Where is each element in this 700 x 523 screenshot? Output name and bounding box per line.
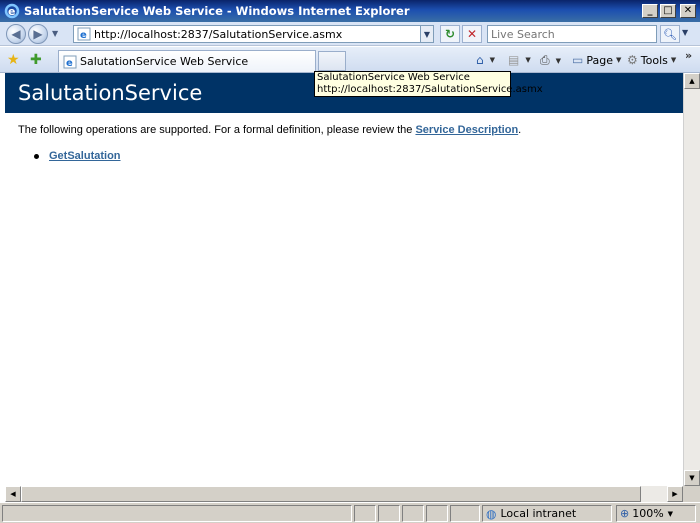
tooltip-title: SalutationService Web Service (317, 72, 470, 83)
navigation-bar: ◀ ▶ ▼ e http://localhost:2837/Salutation… (0, 22, 700, 46)
page-menu-icon: ▭ (572, 53, 584, 67)
status-pane-1 (354, 505, 376, 522)
vertical-scrollbar[interactable]: ▲ ▼ (683, 73, 700, 486)
intro-suffix: . (518, 124, 522, 136)
recent-pages-dropdown[interactable]: ▼ (52, 29, 62, 38)
title-bar: e SalutationService Web Service - Window… (0, 0, 700, 22)
status-pane-5 (450, 505, 480, 522)
service-description-link[interactable]: Service Description (415, 124, 518, 136)
scroll-left-arrow-icon: ◀ (10, 490, 16, 498)
home-icon: ⌂ (476, 53, 484, 67)
page-icon: e (77, 27, 91, 41)
horizontal-scrollbar[interactable]: ◀ ▶ (5, 486, 683, 502)
refresh-button[interactable]: ↻ (440, 25, 460, 43)
zoom-level: 100% (632, 507, 664, 520)
minimize-button[interactable]: _ (642, 4, 658, 18)
page-menu-label: Page (586, 53, 613, 67)
zoom-magnifier-icon: ⊕ (620, 507, 630, 520)
scroll-down-button[interactable]: ▼ (684, 470, 700, 486)
bullet-icon (34, 153, 39, 159)
tab-bar: ★ ✚ e SalutationService Web Service ⌂ ▼ … (0, 47, 700, 73)
stop-button[interactable]: ✕ (462, 25, 482, 43)
operations-list: GetSalutation (34, 150, 121, 162)
scroll-left-button[interactable]: ◀ (5, 486, 21, 502)
address-bar[interactable]: e http://localhost:2837/SalutationServic… (73, 25, 434, 43)
scroll-up-arrow-icon: ▲ (689, 77, 695, 85)
tools-menu-label: Tools (640, 53, 668, 67)
tab-salutation-service[interactable]: e SalutationService Web Service (58, 50, 316, 72)
printer-icon: ⎙ (540, 53, 550, 67)
print-button[interactable]: ⎙ ▼ (540, 53, 561, 68)
close-button[interactable]: ✕ (680, 4, 696, 18)
more-commands-chevron-icon[interactable]: » (685, 49, 692, 62)
page-menu-button[interactable]: ▭ Page ▼ (572, 53, 621, 67)
rss-icon: ▤ (508, 53, 520, 67)
zone-label: Local intranet (500, 507, 577, 520)
security-zone[interactable]: ◍ Local intranet (482, 505, 612, 522)
scroll-right-button[interactable]: ▶ (667, 486, 683, 502)
status-pane-3 (402, 505, 424, 522)
globe-icon: ◍ (486, 506, 497, 521)
tools-dropdown-icon: ▼ (670, 56, 677, 64)
tab-label: SalutationService Web Service (80, 55, 249, 68)
horizontal-scroll-thumb[interactable] (21, 486, 641, 502)
svg-text:e: e (8, 5, 15, 18)
page-content: SalutationService The following operatio… (0, 73, 683, 486)
svg-text:e: e (80, 30, 87, 41)
page-title: SalutationService (18, 81, 203, 105)
refresh-icon: ↻ (444, 27, 456, 41)
scrollbar-corner (683, 486, 700, 502)
status-pane-2 (378, 505, 400, 522)
search-options-dropdown-icon[interactable]: ▼ (682, 28, 688, 37)
intro-text: The following operations are supported. … (18, 124, 678, 136)
home-button[interactable]: ⌂ ▼ (476, 53, 495, 67)
search-box[interactable] (487, 25, 657, 43)
tools-menu-button[interactable]: ⚙ Tools ▼ (627, 53, 676, 67)
home-dropdown-icon[interactable]: ▼ (490, 56, 495, 64)
gear-icon: ⚙ (627, 53, 638, 67)
scroll-down-arrow-icon: ▼ (689, 474, 695, 482)
search-icon: 🔍︎ (663, 27, 677, 41)
add-favorites-icon[interactable]: ✚ (30, 52, 42, 68)
print-dropdown-icon[interactable]: ▼ (556, 57, 561, 65)
search-button[interactable]: 🔍︎ (660, 25, 680, 43)
address-input[interactable]: http://localhost:2837/SalutationService.… (94, 28, 420, 41)
tab-page-icon: e (63, 55, 77, 69)
page-menu-dropdown-icon: ▼ (615, 56, 622, 64)
forward-button[interactable]: ▶ (28, 23, 48, 44)
operation-link-getsalutation[interactable]: GetSalutation (49, 150, 121, 162)
list-item: GetSalutation (34, 150, 121, 162)
scroll-up-button[interactable]: ▲ (684, 73, 700, 89)
window-title: SalutationService Web Service - Windows … (24, 4, 410, 18)
status-text-pane (2, 505, 352, 522)
back-arrow-icon: ◀ (11, 26, 21, 41)
tooltip-url: http://localhost:2837/SalutationService.… (317, 84, 543, 95)
zoom-control[interactable]: ⊕ 100% ▼ (616, 505, 696, 522)
feeds-dropdown-icon[interactable]: ▼ (525, 56, 530, 64)
scroll-right-arrow-icon: ▶ (672, 490, 678, 498)
zoom-dropdown-icon: ▼ (667, 509, 674, 518)
intro-prefix: The following operations are supported. … (18, 124, 416, 136)
status-bar: ◍ Local intranet ⊕ 100% ▼ (0, 502, 700, 523)
ie-logo-icon: e (4, 3, 20, 19)
address-dropdown-icon[interactable]: ▼ (420, 26, 433, 42)
stop-icon: ✕ (466, 27, 478, 41)
forward-arrow-icon: ▶ (33, 26, 43, 41)
feeds-button[interactable]: ▤ ▼ (508, 53, 531, 67)
back-button[interactable]: ◀ (6, 23, 26, 44)
new-tab-button[interactable] (318, 51, 346, 71)
maximize-button[interactable]: □ (660, 4, 676, 18)
favorites-star-icon[interactable]: ★ (7, 52, 20, 68)
search-input[interactable] (491, 27, 656, 41)
status-pane-4 (426, 505, 448, 522)
tab-tooltip: SalutationService Web Service http://loc… (314, 71, 543, 97)
svg-text:e: e (66, 58, 73, 69)
